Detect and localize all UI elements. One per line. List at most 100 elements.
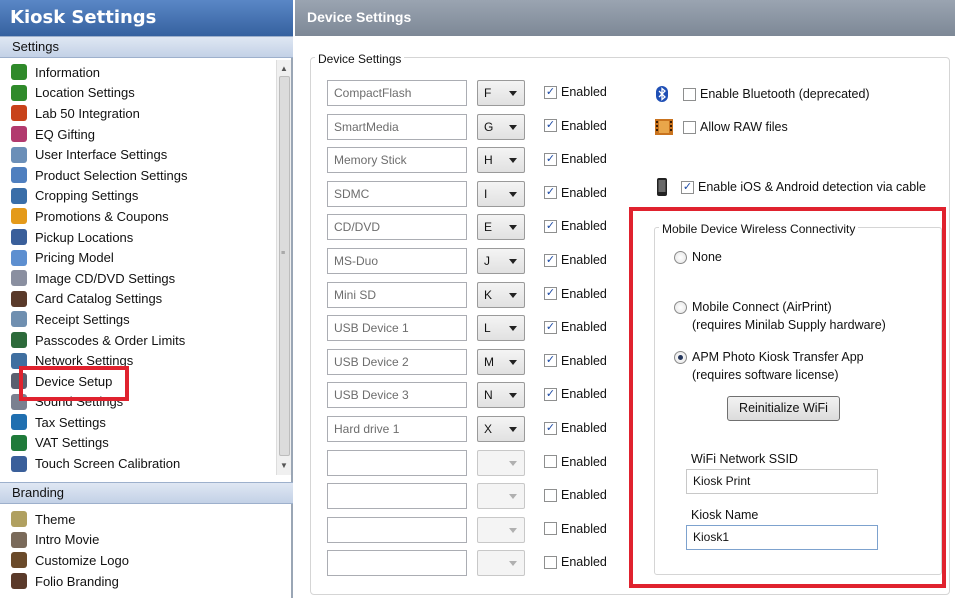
sidebar-item-eq-gifting[interactable]: EQ Gifting <box>0 124 276 145</box>
radio-apm[interactable]: APM Photo Kiosk Transfer App (requires s… <box>674 350 864 382</box>
drive-letter-select[interactable]: L <box>477 315 525 342</box>
device-name-input[interactable] <box>327 550 467 577</box>
device-name-input[interactable]: USB Device 1 <box>327 315 467 342</box>
sidebar-item-intro-movie[interactable]: Intro Movie <box>0 530 276 551</box>
device-name-input[interactable]: CompactFlash <box>327 80 467 106</box>
drive-letter-select[interactable]: E <box>477 214 525 241</box>
device-enabled-toggle[interactable]: ✓ Enabled <box>544 152 607 166</box>
sidebar-item-lab-50-integration[interactable]: Lab 50 Integration <box>0 103 276 124</box>
radio-mobile-connect[interactable]: Mobile Connect (AirPrint) (requires Mini… <box>674 300 886 332</box>
drive-letter-select[interactable]: H <box>477 147 525 174</box>
scroll-up-icon[interactable]: ▲ <box>280 64 288 73</box>
sidebar-item-location-settings[interactable]: Location Settings <box>0 83 276 104</box>
radio-none-button[interactable] <box>674 251 687 264</box>
device-name-input[interactable] <box>327 449 467 476</box>
scroll-down-icon[interactable]: ▼ <box>280 461 288 470</box>
drive-letter-select[interactable]: F <box>477 80 525 106</box>
sidebar-item-tax-settings[interactable]: Tax Settings <box>0 412 276 433</box>
device-enabled-checkbox[interactable]: ✓ <box>544 421 557 435</box>
kiosk-name-input[interactable]: Kiosk1 <box>686 525 878 550</box>
device-enabled-toggle[interactable]: ✓ Enabled <box>544 186 607 200</box>
device-enabled-checkbox[interactable]: ✓ <box>544 85 557 99</box>
device-enabled-checkbox[interactable]: ✓ <box>544 152 557 166</box>
scrollbar-thumb[interactable] <box>279 76 290 456</box>
drive-letter-select[interactable]: I <box>477 180 525 207</box>
device-name-input[interactable]: SDMC <box>327 180 467 207</box>
bluetooth-checkbox[interactable] <box>683 87 696 101</box>
device-enabled-checkbox[interactable]: ✓ <box>544 186 557 200</box>
sidebar-item-receipt-settings[interactable]: Receipt Settings <box>0 309 276 330</box>
device-enabled-checkbox[interactable]: ✓ <box>544 354 557 368</box>
drive-letter-select[interactable]: X <box>477 416 525 442</box>
drive-letter-select[interactable]: M <box>477 348 525 375</box>
radio-none[interactable]: None <box>674 250 722 264</box>
reinitialize-wifi-button[interactable]: Reinitialize WiFi <box>727 396 840 421</box>
device-enabled-checkbox[interactable]: ✓ <box>544 387 557 401</box>
device-name-input[interactable]: Memory Stick <box>327 147 467 174</box>
device-enabled-toggle[interactable]: ✓ Enabled <box>544 287 607 301</box>
device-enabled-toggle[interactable]: ✓ Enabled <box>544 387 607 401</box>
ssid-input[interactable]: Kiosk Print <box>686 469 878 494</box>
sidebar-item-information[interactable]: Information <box>0 62 276 83</box>
sidebar-item-passcodes-order-limits[interactable]: Passcodes & Order Limits <box>0 330 276 351</box>
device-name-input[interactable]: SmartMedia <box>327 113 467 140</box>
drive-letter-select[interactable]: J <box>477 248 525 274</box>
device-enabled-checkbox[interactable]: ✓ <box>544 253 557 267</box>
sidebar-item-product-selection-settings[interactable]: Product Selection Settings <box>0 165 276 186</box>
device-enabled-toggle[interactable]: Enabled <box>544 455 607 469</box>
raw-checkbox[interactable] <box>683 120 696 134</box>
drive-letter-select[interactable]: K <box>477 281 525 308</box>
device-enabled-toggle[interactable]: Enabled <box>544 522 607 536</box>
radio-mobile-connect-button[interactable] <box>674 301 687 314</box>
device-enabled-toggle[interactable]: ✓ Enabled <box>544 119 607 133</box>
settings-scrollbar[interactable]: ▲ ≡ ▼ <box>276 60 291 475</box>
drive-letter-select[interactable]: N <box>477 382 525 409</box>
device-name-input[interactable]: USB Device 3 <box>327 382 467 409</box>
device-enabled-toggle[interactable]: ✓ Enabled <box>544 219 607 233</box>
sidebar-item-vat-settings[interactable]: VAT Settings <box>0 433 276 454</box>
device-enabled-checkbox[interactable] <box>544 555 557 569</box>
sidebar-item-pickup-locations[interactable]: Pickup Locations <box>0 227 276 248</box>
sidebar-item-customize-logo[interactable]: Customize Logo <box>0 550 276 571</box>
device-name-input[interactable]: Mini SD <box>327 281 467 308</box>
sidebar-item-cropping-settings[interactable]: Cropping Settings <box>0 186 276 207</box>
device-name-input[interactable]: MS-Duo <box>327 248 467 274</box>
drive-letter-select[interactable] <box>477 550 525 577</box>
sidebar-item-card-catalog-settings[interactable]: Card Catalog Settings <box>0 289 276 310</box>
drive-letter-select[interactable] <box>477 516 525 543</box>
device-enabled-toggle[interactable]: ✓ Enabled <box>544 421 607 435</box>
device-enabled-checkbox[interactable]: ✓ <box>544 119 557 133</box>
branding-section-header[interactable]: Branding <box>0 482 293 504</box>
device-enabled-toggle[interactable]: ✓ Enabled <box>544 253 607 267</box>
device-enabled-toggle[interactable]: Enabled <box>544 555 607 569</box>
device-enabled-checkbox[interactable] <box>544 455 557 469</box>
radio-apm-button[interactable] <box>674 351 687 364</box>
sidebar-item-folio-branding[interactable]: Folio Branding <box>0 571 276 592</box>
device-enabled-checkbox[interactable]: ✓ <box>544 287 557 301</box>
device-name-input[interactable]: CD/DVD <box>327 214 467 241</box>
device-enabled-checkbox[interactable] <box>544 488 557 502</box>
settings-section-header[interactable]: Settings <box>0 36 293 58</box>
device-enabled-toggle[interactable]: ✓ Enabled <box>544 354 607 368</box>
device-name-input[interactable]: Hard drive 1 <box>327 416 467 442</box>
device-enabled-toggle[interactable]: ✓ Enabled <box>544 85 607 99</box>
sidebar-item-touch-screen-calibration[interactable]: Touch Screen Calibration <box>0 453 276 474</box>
drive-letter-select[interactable]: G <box>477 113 525 140</box>
sidebar-item-image-cd-dvd-settings[interactable]: Image CD/DVD Settings <box>0 268 276 289</box>
device-enabled-checkbox[interactable]: ✓ <box>544 320 557 334</box>
device-name-input[interactable] <box>327 516 467 543</box>
sidebar-item-promotions-coupons[interactable]: Promotions & Coupons <box>0 206 276 227</box>
sidebar-item-pricing-model[interactable]: Pricing Model <box>0 247 276 268</box>
sidebar-item-user-interface-settings[interactable]: User Interface Settings <box>0 144 276 165</box>
ios-android-checkbox[interactable]: ✓ <box>681 180 694 194</box>
device-enabled-toggle[interactable]: Enabled <box>544 488 607 502</box>
device-name-input[interactable] <box>327 483 467 510</box>
device-enabled-checkbox[interactable] <box>544 522 557 536</box>
device-enabled-toggle[interactable]: ✓ Enabled <box>544 320 607 334</box>
device-name-input[interactable]: USB Device 2 <box>327 348 467 375</box>
drive-letter-select[interactable] <box>477 483 525 510</box>
drive-letter-select[interactable] <box>477 449 525 476</box>
sidebar-item-theme[interactable]: Theme <box>0 509 276 530</box>
device-enabled-checkbox[interactable]: ✓ <box>544 219 557 233</box>
sidebar-item-label: VAT Settings <box>35 435 109 451</box>
